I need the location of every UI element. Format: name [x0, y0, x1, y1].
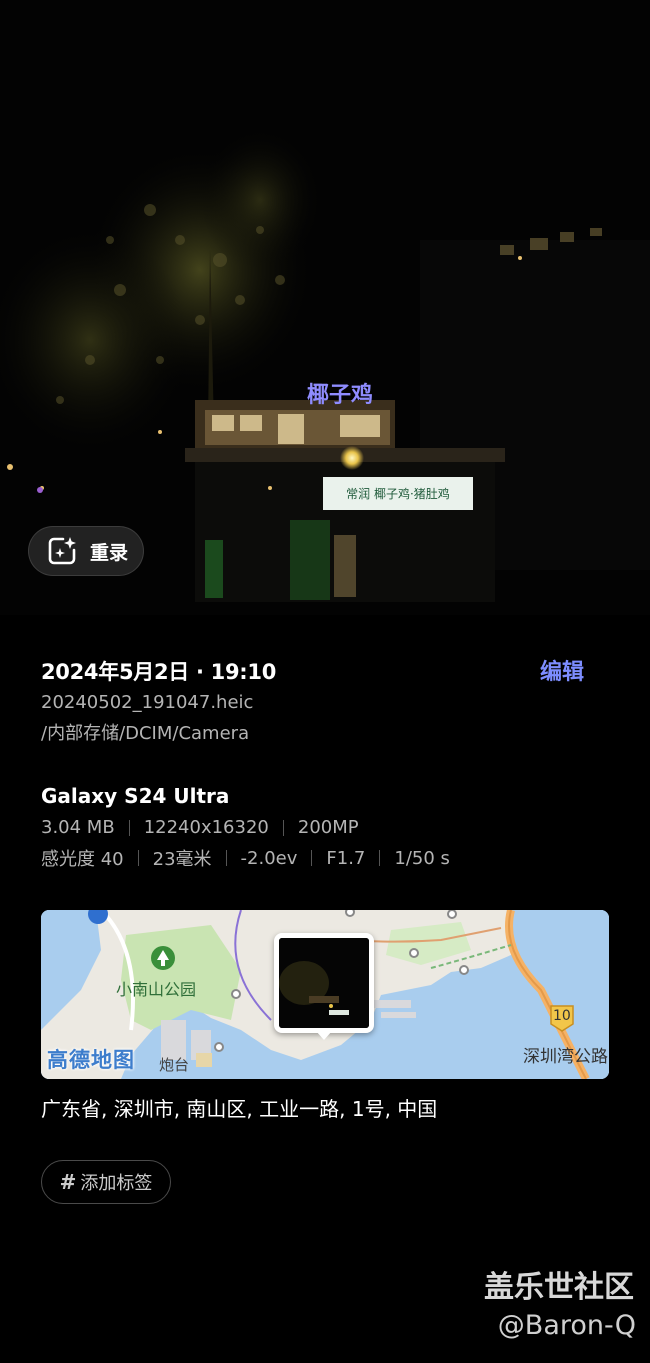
map-park-label: 小南山公园: [116, 980, 197, 999]
map-poi-label: 炮台: [159, 1056, 190, 1074]
photo-datetime: 2024年5月2日 · 19:10: [41, 660, 277, 684]
location-address: 广东省, 深圳市, 南山区, 工业一路, 1号, 中国: [41, 1097, 438, 1121]
divider: [282, 819, 284, 836]
location-map[interactable]: 小南山公园 10 深圳湾公路 炮台 高德地图: [41, 910, 609, 1079]
add-tag-button[interactable]: # 添加标签: [41, 1160, 171, 1204]
hash-icon: #: [59, 1170, 77, 1194]
divider: [311, 850, 313, 866]
add-tag-label: 添加标签: [80, 1173, 153, 1194]
megapixels: 200MP: [297, 817, 359, 838]
map-road-number: 10: [553, 1008, 571, 1024]
thumbnail-image: [279, 938, 369, 1028]
file-path: /内部存储/DCIM/Camera: [41, 723, 250, 744]
watermark-user: @Baron-Q: [497, 1310, 636, 1341]
exposure-specs-row: 感光度 40 23毫米 -2.0ev F1.7 1/50 s: [41, 845, 450, 871]
watermark-community: 盖乐世社区: [484, 1270, 634, 1305]
sparkle-photo-icon: [48, 537, 76, 565]
exposure-value: -2.0ev: [240, 847, 298, 869]
sign-lower: 常润 椰子鸡·猪肚鸡: [346, 486, 450, 501]
map-provider-logo: 高德地图: [47, 1048, 135, 1072]
sign-top: 椰子鸡: [307, 382, 373, 408]
file-specs-row: 3.04 MB 12240x16320 200MP: [41, 817, 359, 838]
divider: [379, 850, 381, 866]
file-size: 3.04 MB: [41, 817, 115, 838]
map-road-label: 深圳湾公路: [523, 1047, 608, 1067]
shutter-speed: 1/50 s: [394, 847, 450, 869]
divider: [128, 819, 130, 836]
divider: [137, 850, 139, 866]
night-photo: 椰子鸡 常润 椰子鸡·猪肚鸡: [0, 0, 650, 615]
device-name: Galaxy S24 Ultra: [41, 784, 230, 808]
photo-view[interactable]: 椰子鸡 常润 椰子鸡·猪肚鸡 重录: [0, 0, 650, 615]
focal-length: 23毫米: [152, 849, 212, 870]
remaster-label: 重录: [90, 541, 129, 564]
edit-button[interactable]: 编辑: [540, 654, 584, 686]
aperture: F1.7: [326, 847, 366, 869]
iso: 感光度 40: [41, 849, 124, 870]
remaster-button[interactable]: 重录: [28, 526, 144, 576]
divider: [225, 850, 227, 866]
resolution: 12240x16320: [143, 817, 269, 838]
file-name: 20240502_191047.heic: [41, 692, 254, 713]
thumbnail-pointer: [316, 1031, 332, 1040]
map-photo-thumbnail[interactable]: [274, 933, 374, 1033]
